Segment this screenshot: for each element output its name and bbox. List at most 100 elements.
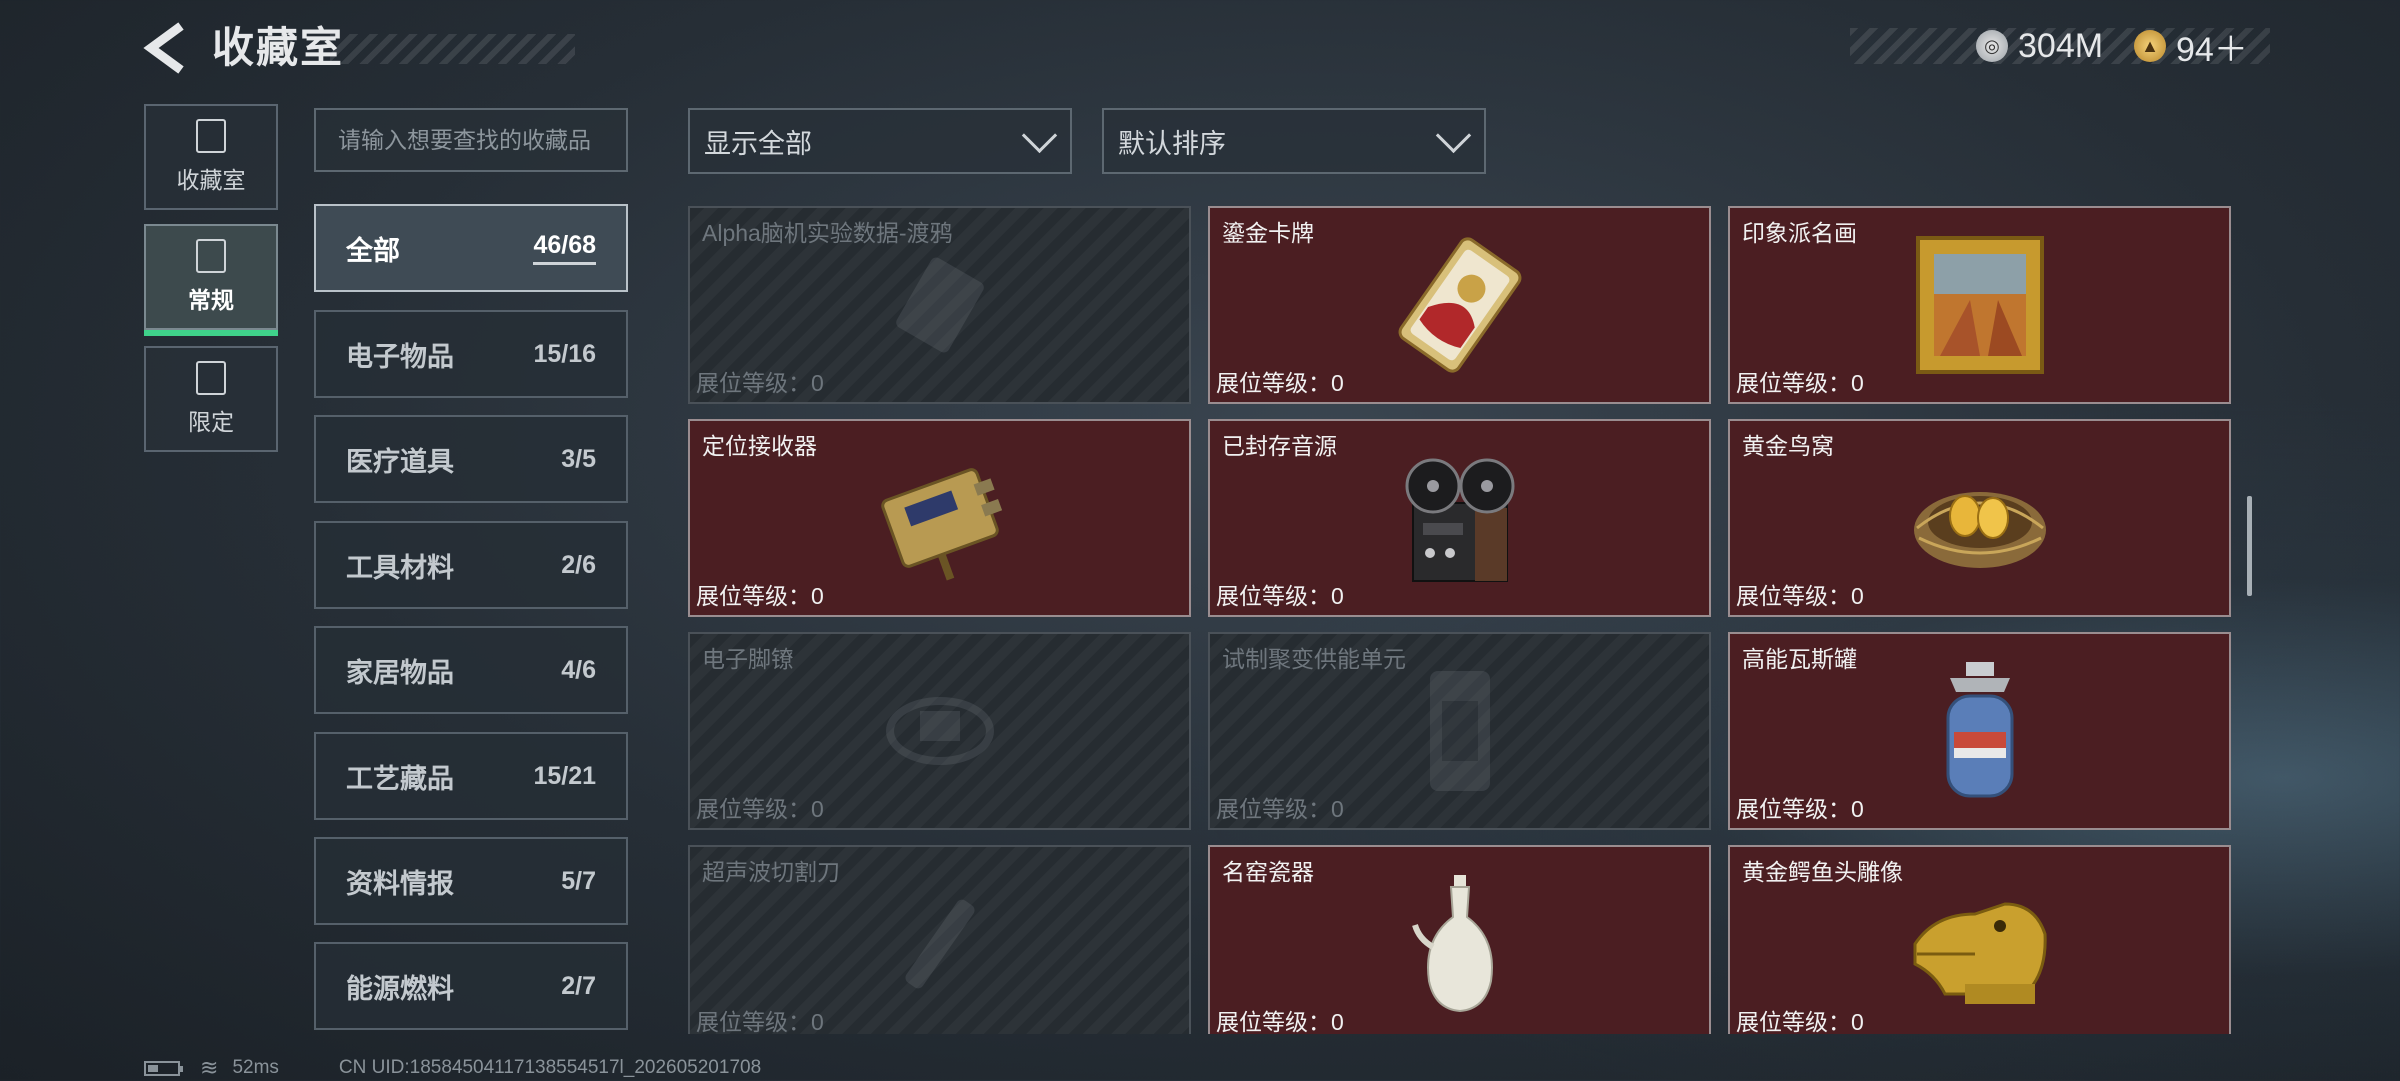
item-level: 展位等级：0: [1736, 796, 1864, 822]
ultrasonic-cutter-icon: [904, 899, 975, 989]
category-count: 2/6: [561, 550, 596, 579]
item-card[interactable]: 超声波切割刀 展位等级：0: [688, 845, 1191, 1034]
gold-currency[interactable]: ▲ 94＋: [2134, 26, 2248, 69]
uid-text: CN UID:18584504117138554517l_20260520170…: [338, 1057, 762, 1078]
gold-amount: 94＋: [2176, 30, 2248, 69]
tab-label: 限定: [188, 409, 234, 435]
golden-crocodile-head-icon: [1913, 902, 2047, 1004]
gps-receiver-icon: [880, 468, 1002, 581]
reel-tape-recorder-icon: [1405, 458, 1514, 582]
wifi-icon: ≋: [200, 1055, 219, 1080]
search-input[interactable]: [314, 108, 628, 172]
golden-nest-icon: [1913, 492, 2046, 568]
category-intel[interactable]: 资料情报 5/7: [314, 837, 628, 925]
item-name: 已封存音源: [1222, 433, 1337, 459]
item-card[interactable]: 黄金鳄鱼头雕像 展位等级：0: [1728, 845, 2231, 1034]
fusion-cell-icon: [1429, 671, 1490, 791]
item-name: 鎏金卡牌: [1222, 220, 1314, 246]
display-filter-dropdown[interactable]: 显示全部: [688, 108, 1072, 174]
item-card[interactable]: Alpha脑机实验数据-渡鸦 展位等级：0: [688, 206, 1191, 404]
sort-value: 默认排序: [1118, 128, 1226, 159]
framed-painting-icon: [1915, 236, 2044, 374]
regular-icon: [196, 239, 226, 273]
item-card[interactable]: 定位接收器 展位等级：0: [688, 419, 1191, 617]
chevron-down-icon: [1021, 117, 1058, 153]
category-count: 46/68: [533, 231, 596, 265]
item-card[interactable]: 试制聚变供能单元 展位等级：0: [1208, 632, 1711, 830]
category-label: 电子物品: [346, 341, 454, 372]
item-level: 展位等级：0: [1216, 1009, 1344, 1034]
category-count: 5/7: [561, 866, 596, 895]
silver-currency: ◎ 304M: [1976, 26, 2103, 66]
category-count: 4/6: [561, 655, 596, 684]
item-level: 展位等级：0: [696, 796, 824, 822]
item-card[interactable]: 黄金鸟窝 展位等级：0: [1728, 419, 2231, 617]
category-household[interactable]: 家居物品 4/6: [314, 626, 628, 714]
category-count: 15/16: [533, 339, 596, 368]
item-card[interactable]: 名窑瓷器 展位等级：0: [1208, 845, 1711, 1034]
ankle-monitor-icon: [885, 697, 994, 765]
category-all[interactable]: 全部 46/68: [314, 204, 628, 292]
sort-dropdown[interactable]: 默认排序: [1102, 108, 1486, 174]
category-label: 工艺藏品: [346, 763, 454, 794]
item-name: 超声波切割刀: [702, 859, 840, 885]
battery-icon: [144, 1060, 183, 1076]
item-card[interactable]: 电子脚镣 展位等级：0: [688, 632, 1191, 830]
category-label: 全部: [346, 235, 400, 266]
item-name: 黄金鳄鱼头雕像: [1742, 859, 1903, 885]
tab-collection-room[interactable]: 收藏室: [144, 104, 278, 210]
item-name: 电子脚镣: [702, 646, 794, 672]
tab-label: 收藏室: [176, 167, 246, 193]
category-count: 2/7: [561, 971, 596, 1000]
item-name: Alpha脑机实验数据-渡鸦: [702, 220, 953, 246]
category-label: 家居物品: [346, 657, 454, 688]
item-level: 展位等级：0: [1216, 796, 1344, 822]
silver-amount: 304M: [2018, 26, 2104, 65]
item-card[interactable]: 印象派名画 展位等级：0: [1728, 206, 2231, 404]
gilded-card-icon: [1398, 237, 1521, 373]
status-bar: ≋ 52ms CN UID:18584504117138554517l_2026…: [144, 1055, 761, 1081]
data-drive-icon: [895, 257, 984, 353]
display-filter-value: 显示全部: [704, 128, 812, 159]
gas-canister-icon: [1946, 662, 2013, 798]
tab-regular[interactable]: 常规: [144, 224, 278, 336]
limited-icon: [196, 361, 226, 395]
category-label: 能源燃料: [346, 973, 454, 1004]
item-name: 定位接收器: [702, 433, 817, 459]
collection-grid: Alpha脑机实验数据-渡鸦 展位等级：0 鎏金卡牌 展位等级：0 印象派名画 …: [688, 206, 2232, 1034]
item-level: 展位等级：0: [1216, 370, 1344, 396]
item-name: 高能瓦斯罐: [1742, 646, 1857, 672]
category-label: 医疗道具: [346, 446, 454, 477]
item-level: 展位等级：0: [1736, 1009, 1864, 1034]
item-level: 展位等级：0: [1736, 583, 1864, 609]
item-name: 黄金鸟窝: [1742, 433, 1834, 459]
item-level: 展位等级：0: [1216, 583, 1344, 609]
item-level: 展位等级：0: [696, 1009, 824, 1034]
category-crafts[interactable]: 工艺藏品 15/21: [314, 732, 628, 820]
category-tools[interactable]: 工具材料 2/6: [314, 521, 628, 609]
chevron-down-icon: [1435, 117, 1472, 153]
category-electronics[interactable]: 电子物品 15/16: [314, 310, 628, 398]
grid-scrollbar[interactable]: [2247, 496, 2252, 596]
category-label: 资料情报: [346, 868, 454, 899]
category-label: 工具材料: [346, 552, 454, 583]
silver-coin-icon: ◎: [1976, 30, 2008, 62]
category-count: 15/21: [533, 761, 596, 790]
item-card[interactable]: 高能瓦斯罐 展位等级：0: [1728, 632, 2231, 830]
tab-limited[interactable]: 限定: [144, 346, 278, 452]
item-level: 展位等级：0: [696, 583, 824, 609]
title-decoration: [330, 34, 575, 64]
item-card[interactable]: 鎏金卡牌 展位等级：0: [1208, 206, 1711, 404]
tab-label: 常规: [188, 287, 234, 313]
category-count: 3/5: [561, 444, 596, 473]
item-card[interactable]: 已封存音源 展位等级：0: [1208, 419, 1711, 617]
back-button[interactable]: [143, 22, 189, 74]
porcelain-vase-icon: [1411, 875, 1493, 1013]
item-level: 展位等级：0: [696, 370, 824, 396]
item-name: 名窑瓷器: [1222, 859, 1314, 885]
category-medical[interactable]: 医疗道具 3/5: [314, 415, 628, 503]
item-name: 试制聚变供能单元: [1222, 646, 1406, 672]
item-level: 展位等级：0: [1736, 370, 1864, 396]
category-energy[interactable]: 能源燃料 2/7: [314, 942, 628, 1030]
ping-text: 52ms: [232, 1057, 279, 1078]
